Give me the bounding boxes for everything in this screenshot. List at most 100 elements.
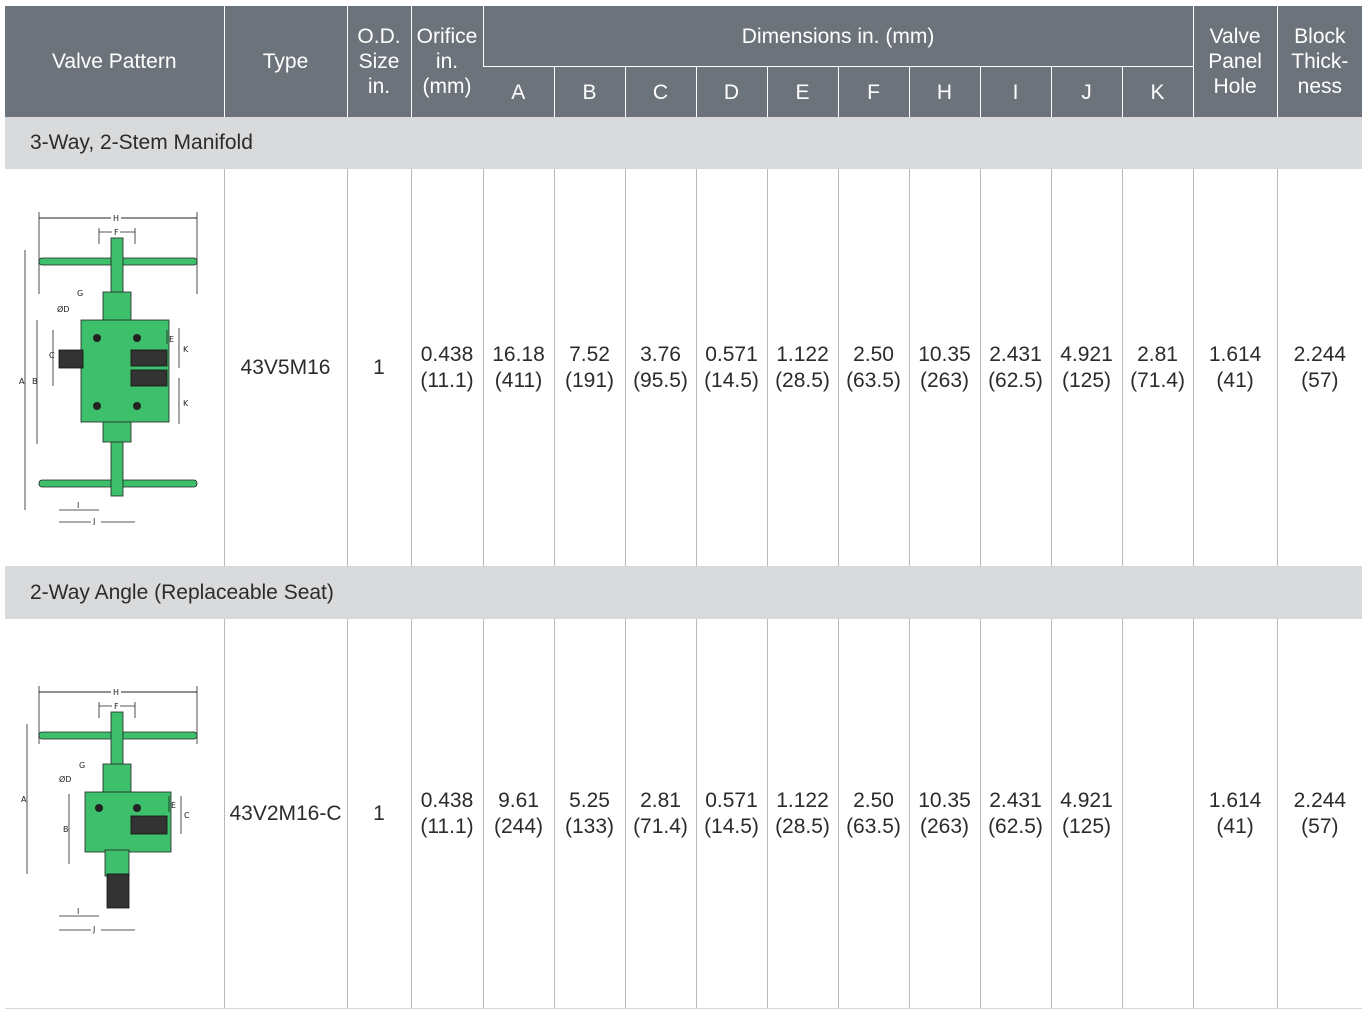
col-header-dim-a: A bbox=[483, 66, 554, 117]
value-mm: (125) bbox=[1061, 814, 1112, 838]
dim-h-cell: 10.35 (263) bbox=[908, 619, 980, 1009]
header-row-top: Valve Pattern Type O.D. Size in. Orifice… bbox=[5, 6, 1363, 117]
orifice-cell: 0.438 (11.1) bbox=[410, 619, 483, 1009]
valve-panel-hole-cell: 1.614 (41) bbox=[1192, 619, 1278, 1009]
value-mm: (28.5) bbox=[775, 368, 830, 392]
valve-spec-table-page: Valve Pattern Type O.D. Size in. Orifice… bbox=[0, 0, 1368, 1014]
col-header-od-size: O.D. Size in. bbox=[346, 6, 411, 117]
dim-e-cell: 1.122 (28.5) bbox=[766, 169, 838, 567]
value-in: 9.61 bbox=[498, 788, 539, 812]
value-in: 2.81 bbox=[1137, 342, 1178, 366]
panel-hole-line-2: Panel bbox=[1208, 50, 1262, 73]
dim-label-d: ØD bbox=[57, 304, 69, 314]
orifice-line-3: (mm) bbox=[422, 75, 472, 98]
col-header-valve-panel-hole: Valve Panel Hole bbox=[1192, 6, 1278, 117]
valve-dimensions-table: Valve Pattern Type O.D. Size in. Orifice… bbox=[5, 6, 1363, 1009]
value-in: 4.921 bbox=[1060, 788, 1113, 812]
value-mm: (263) bbox=[919, 368, 970, 392]
type-cell: 43V2M16-C bbox=[223, 619, 347, 1009]
od-size-line-3: in. bbox=[367, 75, 391, 98]
orifice-line-2: in. bbox=[435, 50, 459, 73]
table-row: H F G ØD A B E C I J 43V2M16-C 1 0.438 (… bbox=[5, 619, 1363, 1009]
dim-label-i: I bbox=[77, 501, 79, 510]
value-mm: (41) bbox=[1216, 814, 1254, 838]
table-row: H F G ØD A B C E K K I J 43V5M16 1 0.438… bbox=[5, 169, 1363, 567]
dim-d-cell: 0.571 (14.5) bbox=[695, 619, 767, 1009]
value-mm: (14.5) bbox=[704, 368, 759, 392]
value-in: 2.50 bbox=[853, 788, 894, 812]
value-in: 5.25 bbox=[569, 788, 610, 812]
value-mm: (191) bbox=[564, 368, 615, 392]
dim-label-k-upper: K bbox=[183, 345, 189, 354]
value-in: 2.50 bbox=[853, 342, 894, 366]
dim-j-cell: 4.921 (125) bbox=[1050, 169, 1122, 567]
orifice-line-1: Orifice bbox=[416, 25, 478, 48]
value-in: 0.571 bbox=[705, 788, 758, 812]
dim-label-c: C bbox=[49, 351, 55, 360]
value-in: 2.244 bbox=[1293, 342, 1347, 366]
dim-label-f: F bbox=[114, 702, 119, 711]
dim-f-cell: 2.50 (63.5) bbox=[837, 169, 909, 567]
col-header-dimensions: Dimensions in. (mm) bbox=[482, 6, 1194, 67]
valve-pattern-cell: H F G ØD A B C E K K I J bbox=[5, 169, 224, 567]
section-title: 2-Way Angle (Replaceable Seat) bbox=[5, 566, 1363, 619]
dim-label-e: E bbox=[171, 801, 176, 810]
dim-label-g: G bbox=[79, 761, 85, 770]
valve-panel-hole-cell: 1.614 (41) bbox=[1192, 169, 1278, 567]
value-mm: (28.5) bbox=[775, 814, 830, 838]
col-header-dim-f: F bbox=[837, 66, 909, 117]
dim-label-h: H bbox=[113, 688, 119, 697]
od-size-line-2: Size bbox=[358, 50, 400, 73]
block-thickness-line-1: Block bbox=[1294, 25, 1346, 48]
type-cell: 43V5M16 bbox=[223, 169, 347, 567]
col-header-dim-b: B bbox=[553, 66, 625, 117]
dim-label-e: E bbox=[169, 335, 174, 344]
value-mm: (71.4) bbox=[633, 814, 688, 838]
dim-label-a: A bbox=[21, 795, 27, 804]
col-header-dim-c: C bbox=[624, 66, 696, 117]
value-in: 1.614 bbox=[1208, 788, 1262, 812]
dim-f-cell: 2.50 (63.5) bbox=[837, 619, 909, 1009]
od-size-line-1: O.D. bbox=[357, 25, 401, 48]
value-mm: (125) bbox=[1061, 368, 1112, 392]
value-mm: (263) bbox=[919, 814, 970, 838]
block-thickness-cell: 2.244 (57) bbox=[1276, 169, 1363, 567]
col-header-dim-i: I bbox=[979, 66, 1051, 117]
value-mm: (57) bbox=[1301, 368, 1339, 392]
block-thickness-line-2: Thick- bbox=[1291, 50, 1349, 73]
col-header-dim-k: K bbox=[1121, 66, 1194, 117]
value-mm: (62.5) bbox=[988, 814, 1043, 838]
dim-a-cell: 9.61 (244) bbox=[482, 619, 554, 1009]
value-in: 10.35 bbox=[918, 788, 971, 812]
dim-a-cell: 16.18 (411) bbox=[482, 169, 554, 567]
dim-label-g: G bbox=[77, 289, 83, 298]
section-title: 3-Way, 2-Stem Manifold bbox=[5, 117, 1363, 169]
value-mm: (244) bbox=[493, 814, 544, 838]
block-thickness-line-3: ness bbox=[1297, 75, 1343, 98]
value-mm: (411) bbox=[494, 368, 543, 392]
value-in: 10.35 bbox=[918, 342, 971, 366]
value-in: 1.614 bbox=[1208, 342, 1262, 366]
dim-label-j: J bbox=[92, 925, 95, 934]
dim-b-cell: 5.25 (133) bbox=[553, 619, 625, 1009]
value-mm: (41) bbox=[1216, 368, 1254, 392]
col-header-dim-e: E bbox=[766, 66, 838, 117]
dim-label-d: ØD bbox=[59, 774, 71, 784]
od-size-cell: 1 bbox=[346, 619, 411, 1009]
value-mm: (63.5) bbox=[846, 814, 901, 838]
dim-label-k-lower: K bbox=[183, 399, 189, 408]
dim-d-cell: 0.571 (14.5) bbox=[695, 169, 767, 567]
value-mm: (95.5) bbox=[633, 368, 688, 392]
col-header-block-thickness: Block Thick- ness bbox=[1276, 6, 1363, 117]
section-row-manifold: 3-Way, 2-Stem Manifold bbox=[5, 117, 1363, 169]
dim-h-cell: 10.35 (263) bbox=[908, 169, 980, 567]
dim-j-cell: 4.921 (125) bbox=[1050, 619, 1122, 1009]
dim-label-c: C bbox=[184, 811, 190, 820]
col-header-orifice: Orifice in. (mm) bbox=[410, 6, 483, 117]
value-in: 16.18 bbox=[492, 342, 545, 366]
value-in: 0.438 bbox=[420, 788, 474, 812]
valve-pattern-cell: H F G ØD A B E C I J bbox=[5, 619, 224, 1009]
value-mm: (57) bbox=[1301, 814, 1339, 838]
value-mm: (11.1) bbox=[420, 814, 474, 838]
dim-label-f: F bbox=[114, 228, 119, 237]
